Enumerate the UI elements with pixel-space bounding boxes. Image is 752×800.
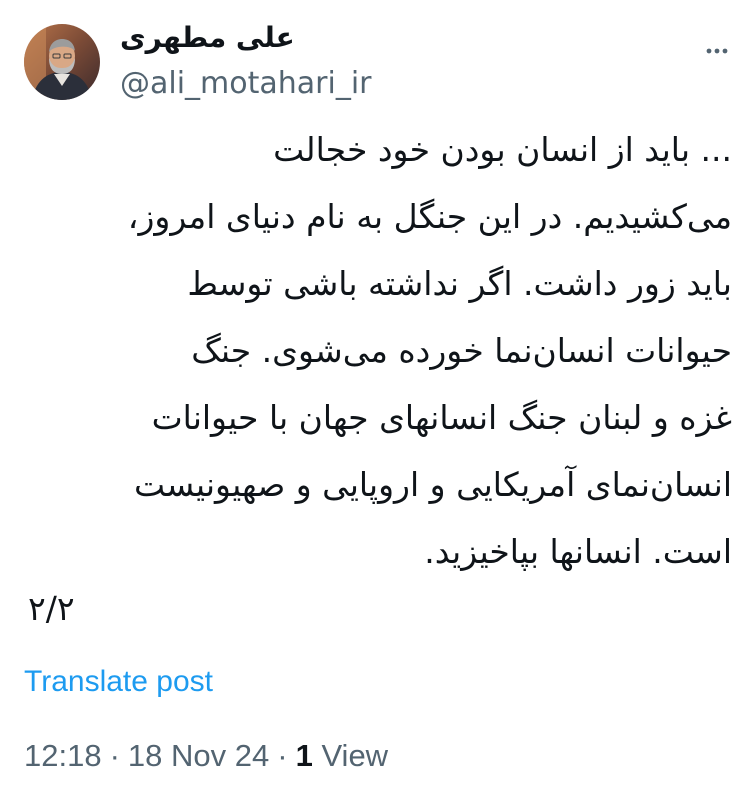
post-date[interactable]: 18 Nov 24 [128,738,269,773]
person-avatar-icon [24,24,100,100]
post-text-line: است. انسانها بپاخیزید. [424,532,732,571]
author-handle[interactable]: @ali_motahari_ir [120,64,372,104]
post-time[interactable]: 12:18 [24,738,102,773]
post-text-line: انسان‌نمای آمریکایی و اروپایی و صهیونیست [134,465,732,504]
post-text-line: ... باید از انسان بودن خود خجالت [273,130,732,169]
meta-separator: · [109,738,120,773]
meta-separator: · [277,738,288,773]
post-text-line: غزه و لبنان جنگ انسانهای جهان با حیوانات [151,398,732,437]
views-count: 1 [295,738,313,773]
post-text-line: باید زور داشت. اگر نداشته باشی توسط [187,264,732,303]
post-text: ... باید از انسان بودن خود خجالت می‌کشید… [20,116,732,585]
post-meta: 12:18 · 18 Nov 24 · 1 View [24,734,388,778]
views-label: View [321,738,389,773]
more-dots-icon [706,48,728,54]
post-text-line: حیوانات انسان‌نما خورده می‌شوی. جنگ [191,331,732,370]
translate-post-link[interactable]: Translate post [24,660,213,704]
thread-counter: ۲/۲ [28,589,75,628]
tweet: علی مطهری @ali_motahari_ir ... باید از ا… [0,0,752,800]
more-button[interactable] [702,36,732,66]
avatar[interactable] [24,24,100,100]
author-display-name[interactable]: علی مطهری [120,18,295,58]
post-text-line: می‌کشیدیم. در این جنگل به نام دنیای امرو… [127,197,732,236]
